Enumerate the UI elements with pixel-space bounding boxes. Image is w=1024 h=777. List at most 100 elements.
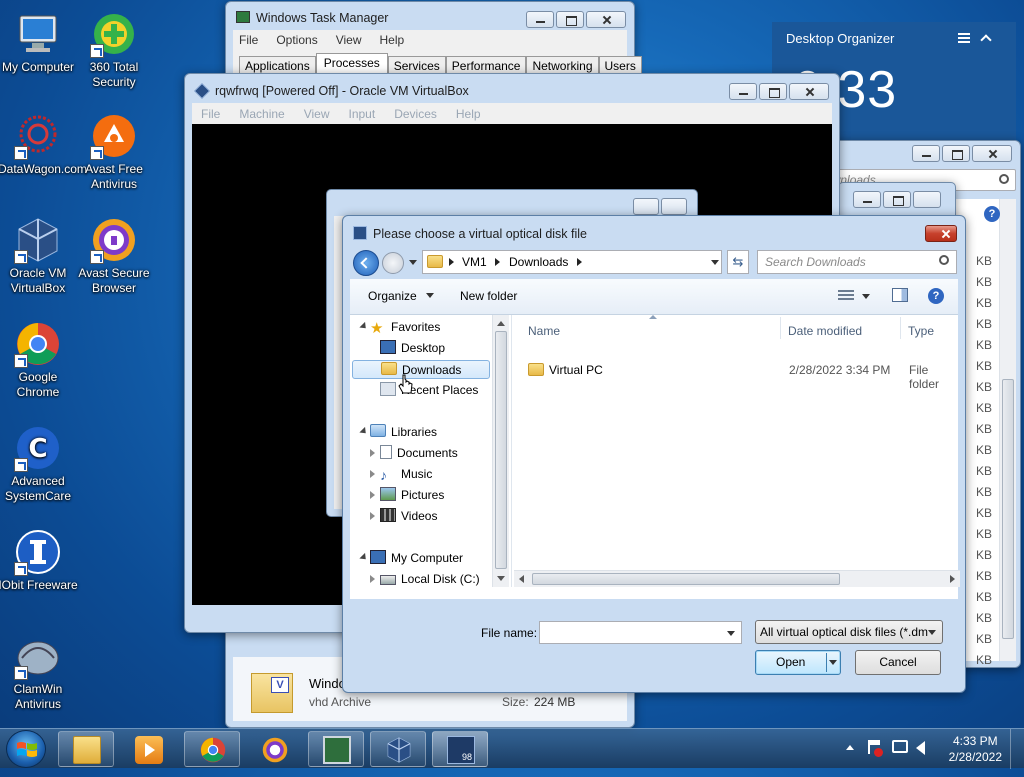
menu-input[interactable]: Input: [349, 107, 376, 121]
forward-button[interactable]: [382, 252, 404, 274]
vertical-scrollbar[interactable]: [999, 199, 1016, 661]
file-chooser-dialog[interactable]: Please choose a virtual optical disk fil…: [342, 215, 966, 693]
preview-pane-icon[interactable]: [892, 288, 908, 302]
expand-icon[interactable]: [370, 512, 375, 520]
desktop-icon-datawagon[interactable]: DataWagon.com: [0, 112, 87, 177]
minimize-button[interactable]: [729, 83, 757, 100]
expand-icon[interactable]: [359, 321, 369, 332]
taskbar-explorer[interactable]: [58, 731, 114, 767]
expand-icon[interactable]: [370, 449, 375, 457]
menu-icon[interactable]: [958, 33, 970, 43]
desktop-icon-avast-free-antivirus[interactable]: Avast Free Antivirus: [74, 112, 154, 192]
volume-icon[interactable]: [916, 741, 925, 755]
scrollbar-thumb[interactable]: [532, 573, 840, 585]
menu-machine[interactable]: Machine: [239, 107, 284, 121]
desktop-icon-clamwin-antivirus[interactable]: ClamWin Antivirus: [0, 632, 78, 712]
column-name[interactable]: Name: [528, 324, 560, 338]
back-button[interactable]: [353, 250, 379, 276]
show-desktop-button[interactable]: [1010, 729, 1024, 769]
chevron-up-icon[interactable]: [980, 34, 992, 46]
desktop-icon-advanced-systemcare[interactable]: C Advanced SystemCare: [0, 424, 78, 504]
desktop-icon-avast-secure-browser[interactable]: Avast Secure Browser: [74, 216, 154, 296]
menu-help[interactable]: Help: [456, 107, 481, 121]
tray-clock[interactable]: 4:33 PM 2/28/2022: [949, 733, 1002, 765]
nav-local-disk[interactable]: Local Disk (C:): [380, 570, 480, 589]
nav-libraries[interactable]: Libraries: [370, 423, 437, 442]
new-folder-button[interactable]: New folder: [460, 289, 517, 303]
taskbar-task-manager[interactable]: [308, 731, 364, 767]
scroll-right-icon[interactable]: [950, 575, 955, 583]
chevron-down-icon[interactable]: [711, 260, 719, 265]
nav-documents[interactable]: Documents: [380, 444, 458, 463]
taskbar-media-player[interactable]: [120, 731, 176, 767]
cancel-button[interactable]: Cancel: [855, 650, 941, 675]
file-type-filter[interactable]: All virtual optical disk files (*.dm: [755, 620, 943, 644]
minimize-button[interactable]: [912, 145, 940, 162]
desktop-icon-my-computer[interactable]: My Computer: [0, 10, 78, 75]
desktop-icon-360-total-security[interactable]: 360 Total Security: [74, 10, 154, 90]
expand-icon[interactable]: [370, 491, 375, 499]
menu-view[interactable]: View: [304, 107, 330, 121]
chevron-down-icon[interactable]: [727, 631, 735, 636]
nav-recent-places[interactable]: Recent Places: [380, 381, 478, 400]
close-button[interactable]: [661, 198, 687, 215]
network-icon[interactable]: [892, 740, 908, 753]
minimize-button[interactable]: [853, 191, 881, 208]
desktop-icon-iobit-freeware[interactable]: IObit Freeware: [0, 528, 78, 593]
nav-favorites[interactable]: ★ Favorites: [370, 318, 440, 337]
nav-scrollbar[interactable]: [492, 315, 509, 587]
desktop-icon-virtualbox[interactable]: Oracle VM VirtualBox: [0, 216, 78, 296]
close-button[interactable]: [925, 225, 957, 242]
menu-view[interactable]: View: [336, 33, 362, 47]
minimize-button[interactable]: [526, 11, 554, 28]
menu-file[interactable]: File: [201, 107, 220, 121]
taskbar-chrome[interactable]: [184, 731, 240, 767]
expand-icon[interactable]: [359, 426, 369, 437]
nav-videos[interactable]: Videos: [380, 507, 437, 526]
maximize-button[interactable]: [883, 191, 911, 208]
help-button[interactable]: [633, 198, 659, 215]
scrollbar-thumb[interactable]: [495, 331, 507, 569]
scroll-down-icon[interactable]: [497, 576, 505, 581]
expand-icon[interactable]: [370, 575, 375, 583]
tab-processes[interactable]: Processes: [315, 53, 388, 75]
scroll-up-icon[interactable]: [497, 321, 505, 326]
nav-my-computer[interactable]: My Computer: [370, 549, 463, 568]
chevron-down-icon[interactable]: [829, 660, 837, 665]
taskbar-avast-secure-browser[interactable]: [246, 731, 302, 767]
maximize-button[interactable]: [942, 145, 970, 162]
organize-button[interactable]: Organize: [368, 289, 435, 303]
help-icon[interactable]: ?: [984, 206, 1000, 222]
breadcrumb-downloads[interactable]: Downloads: [509, 255, 568, 269]
column-type[interactable]: Type: [908, 324, 934, 338]
nav-music[interactable]: ♪ Music: [380, 465, 432, 484]
menu-file[interactable]: File: [239, 33, 258, 47]
close-button[interactable]: [789, 83, 829, 100]
scroll-left-icon[interactable]: [519, 575, 524, 583]
file-name-input[interactable]: [539, 621, 742, 644]
view-options-icon[interactable]: [838, 290, 854, 302]
chevron-down-icon[interactable]: [862, 294, 870, 299]
expand-icon[interactable]: [370, 470, 375, 478]
taskbar-virtualbox[interactable]: [370, 731, 426, 767]
taskbar-virtual-pc-98[interactable]: 98: [432, 731, 488, 767]
nav-downloads[interactable]: Downloads: [352, 360, 490, 379]
help-icon[interactable]: ?: [928, 288, 944, 304]
address-bar[interactable]: VM1 Downloads: [422, 250, 722, 274]
nav-pictures[interactable]: Pictures: [380, 486, 444, 505]
nav-desktop[interactable]: Desktop: [380, 339, 445, 358]
history-dropdown-icon[interactable]: [409, 260, 417, 265]
close-button[interactable]: [972, 145, 1012, 162]
refresh-button[interactable]: ⇆: [727, 250, 749, 274]
close-button[interactable]: [586, 11, 626, 28]
maximize-button[interactable]: [759, 83, 787, 100]
horizontal-scrollbar[interactable]: [514, 570, 960, 587]
open-button[interactable]: Open: [755, 650, 841, 675]
menu-devices[interactable]: Devices: [394, 107, 437, 121]
file-row[interactable]: Virtual PC 2/28/2022 3:34 PM File folder: [528, 361, 960, 391]
desktop-icon-google-chrome[interactable]: Google Chrome: [0, 320, 78, 400]
menu-help[interactable]: Help: [380, 33, 405, 47]
column-date-modified[interactable]: Date modified: [788, 324, 862, 338]
search-input[interactable]: Search Downloads: [757, 250, 957, 274]
breadcrumb-vm1[interactable]: VM1: [462, 255, 487, 269]
